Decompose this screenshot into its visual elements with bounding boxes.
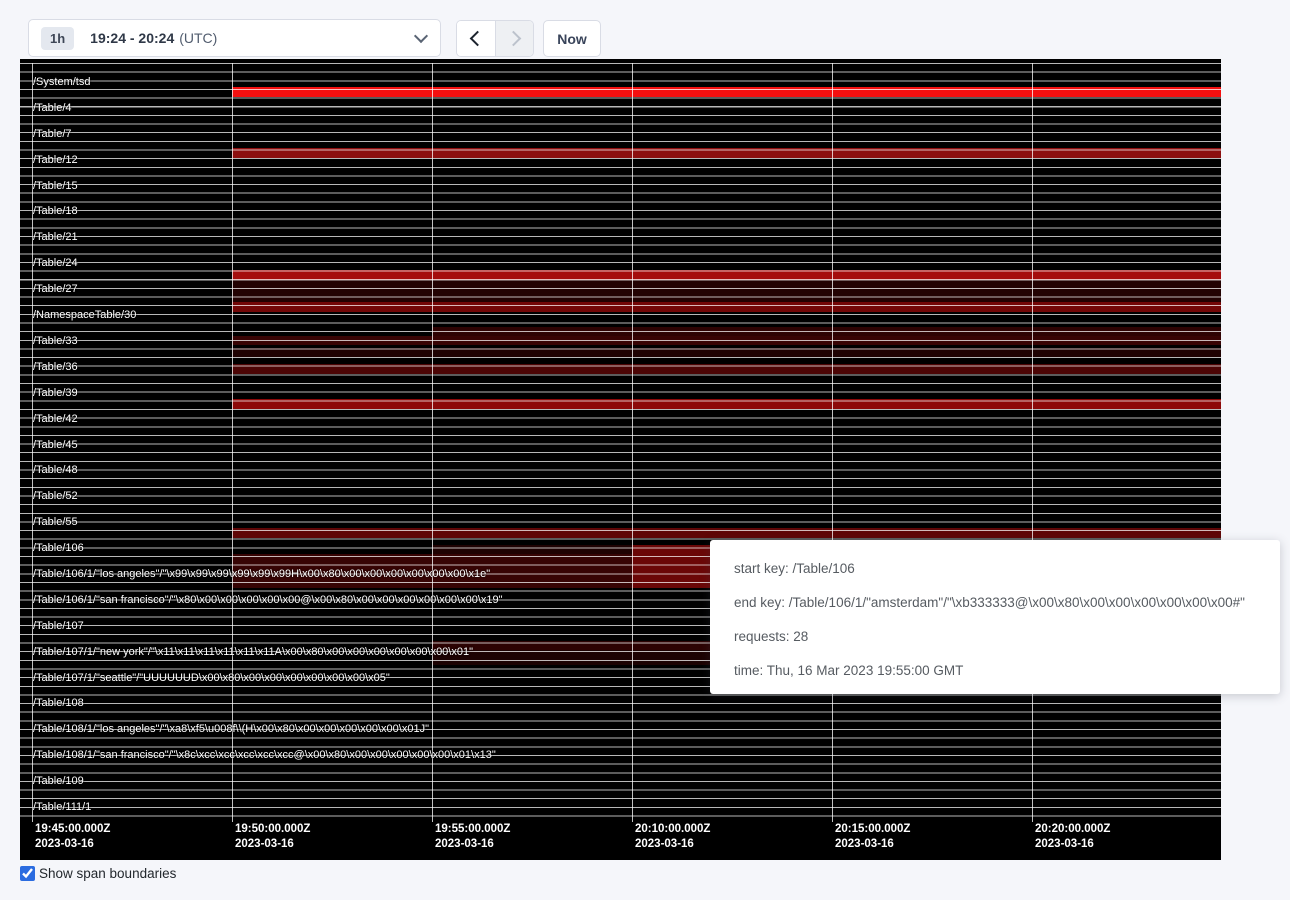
heat-band[interactable]	[232, 399, 1221, 409]
span-label: /Table/107/1/"seattle"/"UUUUUUD\x00\x80\…	[33, 672, 390, 685]
chevron-down-icon	[414, 29, 428, 43]
span-label: /Table/21	[33, 231, 78, 244]
now-button[interactable]: Now	[543, 20, 601, 57]
heat-band[interactable]	[232, 302, 1221, 312]
tooltip-start-key: start key: /Table/106	[734, 552, 1280, 586]
x-axis-tick: 20:10:00.000Z2023-03-16	[635, 822, 710, 852]
tooltip-end-key: end key: /Table/106/1/"amsterdam"/"\xb33…	[734, 586, 1280, 620]
span-label: /System/tsd	[33, 76, 90, 89]
span-tooltip: start key: /Table/106 end key: /Table/10…	[710, 540, 1280, 694]
prev-window-button[interactable]	[457, 21, 495, 56]
span-label: /Table/107/1/"new york"/"\x11\x11\x11\x1…	[33, 646, 473, 659]
span-label: /Table/15	[33, 180, 78, 193]
heat-band[interactable]	[232, 364, 1221, 374]
tooltip-time: time: Thu, 16 Mar 2023 19:55:00 GMT	[734, 654, 1280, 688]
tick-date: 2023-03-16	[835, 837, 910, 852]
tick-time: 20:15:00.000Z	[835, 822, 910, 837]
heat-band[interactable]	[232, 348, 1221, 357]
next-window-button[interactable]	[495, 21, 533, 56]
tick-date: 2023-03-16	[1035, 837, 1110, 852]
span-label: /Table/106/1/"san francisco"/"\x80\x00\x…	[33, 594, 503, 607]
tick-date: 2023-03-16	[235, 837, 310, 852]
span-label: /Table/48	[33, 464, 78, 477]
heat-band[interactable]	[232, 270, 1221, 280]
time-gridline	[832, 63, 833, 822]
span-label: /Table/42	[33, 413, 78, 426]
span-label: /Table/109	[33, 775, 84, 788]
tick-time: 20:10:00.000Z	[635, 822, 710, 837]
time-gridline	[232, 63, 233, 822]
chevron-right-icon	[505, 31, 521, 47]
heat-band[interactable]	[432, 641, 710, 650]
tooltip-requests: requests: 28	[734, 620, 1280, 654]
span-label: /Table/111/1	[33, 801, 91, 814]
span-label: /Table/12	[33, 154, 78, 167]
span-label: /Table/36	[33, 361, 78, 374]
span-label: /Table/106	[33, 542, 84, 555]
span-label: /Table/33	[33, 335, 78, 348]
span-label: /Table/45	[33, 439, 78, 452]
heat-band[interactable]	[632, 545, 710, 588]
span-label: /Table/18	[33, 205, 78, 218]
x-axis-tick: 19:50:00.000Z2023-03-16	[235, 822, 310, 852]
key-visualizer-canvas[interactable]: /System/tsd/Table/4/Table/7/Table/12/Tab…	[20, 59, 1221, 860]
heat-band[interactable]	[232, 528, 1221, 538]
span-label: /Table/55	[33, 516, 78, 529]
span-label: /Table/39	[33, 387, 78, 400]
span-label: /NamespaceTable/30	[33, 309, 136, 322]
span-label: /Table/24	[33, 257, 78, 270]
chevron-left-icon	[470, 31, 486, 47]
tick-time: 19:45:00.000Z	[35, 822, 110, 837]
range-timezone: (UTC)	[179, 30, 217, 46]
span-label: /Table/4	[33, 102, 72, 115]
footer-controls: Show span boundaries	[20, 866, 176, 881]
time-gridline	[632, 63, 633, 822]
range-duration-badge: 1h	[41, 27, 74, 50]
time-gridline	[1032, 63, 1033, 822]
span-label: /Table/52	[33, 490, 78, 503]
x-axis-tick: 19:55:00.000Z2023-03-16	[435, 822, 510, 852]
x-axis-tick: 19:45:00.000Z2023-03-16	[35, 822, 110, 852]
span-label: /Table/106/1/"los angeles"/"\x99\x99\x99…	[33, 568, 490, 581]
span-label: /Table/108/1/"los angeles"/"\xa8\xf5\u00…	[33, 723, 429, 736]
show-span-boundaries-label[interactable]: Show span boundaries	[39, 866, 176, 881]
show-span-boundaries-checkbox[interactable]	[20, 866, 35, 881]
heat-band[interactable]	[432, 327, 1221, 336]
tick-date: 2023-03-16	[35, 837, 110, 852]
time-range-select[interactable]: 1h 19:24 - 20:24 (UTC)	[28, 19, 441, 57]
heat-band[interactable]	[232, 148, 1221, 158]
range-text: 19:24 - 20:24	[90, 30, 174, 46]
key-visualizer-page: 1h 19:24 - 20:24 (UTC) Now /System/tsd/T…	[0, 0, 1290, 900]
span-label: /Table/108/1/"san francisco"/"\x8c\xcc\x…	[33, 749, 496, 762]
heat-band[interactable]	[232, 87, 1221, 97]
x-axis-tick: 20:20:00.000Z2023-03-16	[1035, 822, 1110, 852]
tick-time: 20:20:00.000Z	[1035, 822, 1110, 837]
tick-date: 2023-03-16	[635, 837, 710, 852]
span-boundary-lines	[20, 63, 1221, 822]
span-label: /Table/108	[33, 697, 84, 710]
heat-band[interactable]	[232, 280, 1221, 302]
heat-band[interactable]	[432, 650, 710, 665]
heat-band[interactable]	[232, 336, 1221, 345]
span-label: /Table/27	[33, 283, 78, 296]
tick-date: 2023-03-16	[435, 837, 510, 852]
time-gridline	[432, 63, 433, 822]
x-axis-tick: 20:15:00.000Z2023-03-16	[835, 822, 910, 852]
time-nav-group	[456, 20, 534, 57]
tick-time: 19:50:00.000Z	[235, 822, 310, 837]
span-label: /Table/107	[33, 620, 84, 633]
tick-time: 19:55:00.000Z	[435, 822, 510, 837]
span-label: /Table/7	[33, 128, 72, 141]
